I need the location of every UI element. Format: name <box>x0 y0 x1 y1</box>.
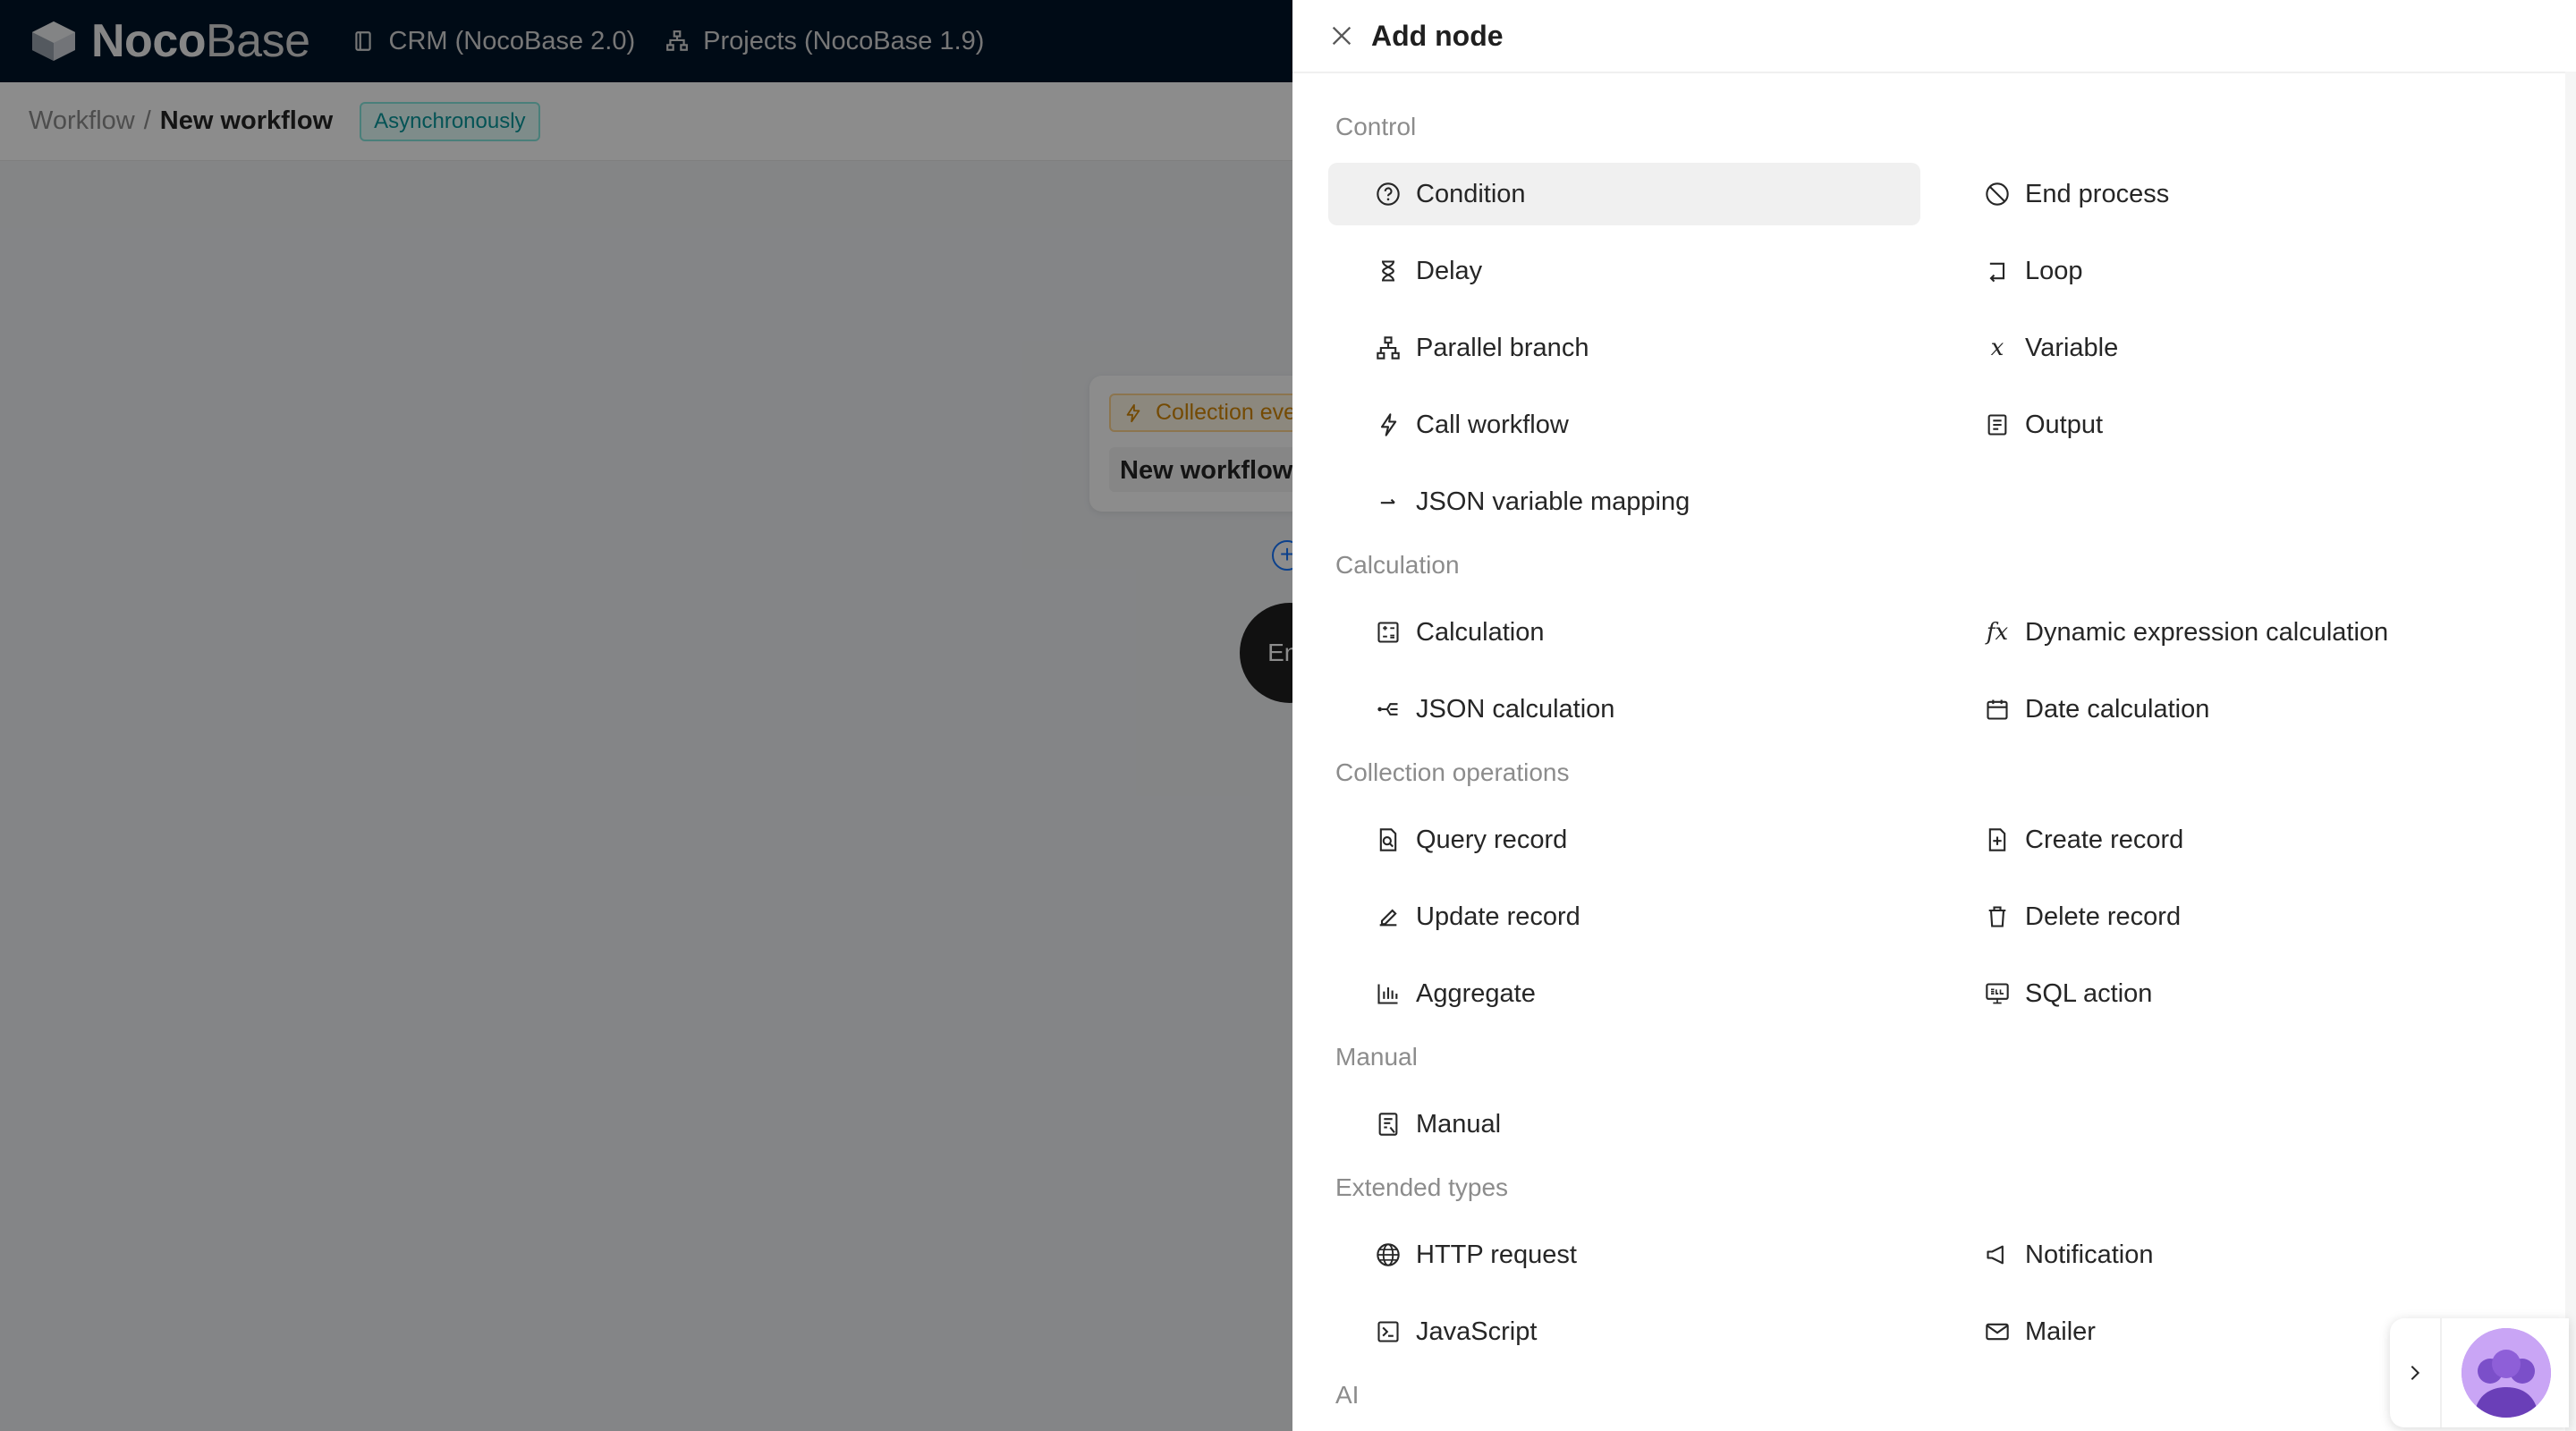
node-option-end-process[interactable]: End process <box>1937 163 2529 225</box>
branches-icon <box>1375 334 1402 361</box>
output-icon <box>1984 411 2011 438</box>
node-option-label: Parallel branch <box>1416 333 1589 362</box>
calculator-icon <box>1375 619 1402 646</box>
calendar-icon <box>1984 696 2011 723</box>
file-search-icon <box>1375 826 1402 853</box>
node-option-variable[interactable]: x Variable <box>1937 317 2529 379</box>
assistant-avatar[interactable] <box>2462 1328 2551 1418</box>
node-option-label: Aggregate <box>1416 978 1536 1008</box>
thunderbolt-icon <box>1375 411 1402 438</box>
add-node-drawer: Add node Control Condition End process D… <box>1292 0 2576 1431</box>
delete-icon <box>1984 903 2011 930</box>
node-option-label: Mailer <box>2025 1317 2096 1346</box>
chevron-right-icon <box>2411 1365 2420 1381</box>
node-option-notification[interactable]: Notification <box>1937 1224 2529 1286</box>
node-option-delay[interactable]: Delay <box>1328 240 1920 302</box>
node-option-label: Update record <box>1416 902 1580 931</box>
file-add-icon <box>1984 826 2011 853</box>
node-option-label: Variable <box>2025 333 2119 362</box>
variable-icon: x <box>1990 334 2004 361</box>
node-option-dynamic-expression-calculation[interactable]: fx Dynamic expression calculation <box>1937 601 2529 664</box>
node-option-label: Notification <box>2025 1240 2154 1269</box>
group-label-manual: Manual <box>1335 1043 1418 1071</box>
node-option-label: Delete record <box>2025 902 2182 931</box>
node-option-label: JSON calculation <box>1416 694 1615 724</box>
group-label-extended-types: Extended types <box>1335 1173 1509 1201</box>
node-option-label: End process <box>2025 179 2170 208</box>
drawer-header: Add node <box>1292 0 2576 73</box>
node-option-http-request[interactable]: HTTP request <box>1328 1224 1920 1286</box>
code-icon <box>1375 1318 1402 1345</box>
assistant-toggle-button[interactable] <box>2390 1318 2442 1427</box>
group-label-calculation: Calculation <box>1335 551 1460 579</box>
node-option-json-variable-mapping[interactable]: JSON variable mapping <box>1328 470 1920 533</box>
node-option-json-calculation[interactable]: JSON calculation <box>1328 678 1920 741</box>
node-option-label: Call workflow <box>1416 410 1569 439</box>
close-button[interactable] <box>1326 21 1357 51</box>
node-option-sql-action[interactable]: SQL action <box>1937 962 2529 1025</box>
loop-icon <box>1984 258 2011 284</box>
node-option-create-record[interactable]: Create record <box>1937 809 2529 871</box>
node-option-label: Calculation <box>1416 617 1545 647</box>
node-option-label: Date calculation <box>2025 694 2210 724</box>
node-option-aggregate[interactable]: Aggregate <box>1328 962 1920 1025</box>
node-option-label: Query record <box>1416 825 1568 854</box>
arrow-right-icon <box>1375 488 1402 515</box>
node-option-condition[interactable]: Condition <box>1328 163 1920 225</box>
group-label-ai: AI <box>1335 1381 1360 1409</box>
node-option-manual[interactable]: Manual <box>1328 1093 1920 1156</box>
node-option-output[interactable]: Output <box>1937 394 2529 456</box>
json-calc-icon <box>1375 696 1402 723</box>
console-sql-icon <box>1984 980 2011 1007</box>
node-option-label: Manual <box>1416 1109 1502 1139</box>
node-option-label: Loop <box>2025 256 2083 285</box>
global-icon <box>1375 1241 1402 1268</box>
node-option-loop[interactable]: Loop <box>1937 240 2529 302</box>
function-icon: fx <box>1986 619 2009 646</box>
bar-chart-icon <box>1375 980 1402 1007</box>
edit-icon <box>1375 903 1402 930</box>
node-option-delete-record[interactable]: Delete record <box>1937 885 2529 948</box>
node-option-javascript[interactable]: JavaScript <box>1328 1300 1920 1363</box>
ai-employee-avatar-icon <box>2462 1328 2551 1418</box>
node-option-label: HTTP request <box>1416 1240 1577 1269</box>
drawer-scrollbar[interactable] <box>2565 72 2576 1431</box>
group-label-collection-operations: Collection operations <box>1335 758 1570 786</box>
drawer-title: Add node <box>1371 19 1504 52</box>
node-option-call-workflow[interactable]: Call workflow <box>1328 394 1920 456</box>
close-icon <box>1332 26 1352 46</box>
form-icon <box>1375 1111 1402 1138</box>
node-option-label: Dynamic expression calculation <box>2025 617 2389 647</box>
node-option-label: JSON variable mapping <box>1416 487 1690 516</box>
ai-assistant-widget <box>2390 1318 2569 1427</box>
node-option-query-record[interactable]: Query record <box>1328 809 1920 871</box>
node-option-update-record[interactable]: Update record <box>1328 885 1920 948</box>
node-option-label: Output <box>2025 410 2104 439</box>
group-label-control: Control <box>1335 113 1417 140</box>
node-option-calculation[interactable]: Calculation <box>1328 601 1920 664</box>
mail-icon <box>1984 1318 2011 1345</box>
node-option-label: Delay <box>1416 256 1483 285</box>
notification-icon <box>1984 1241 2011 1268</box>
node-option-parallel-branch[interactable]: Parallel branch <box>1328 317 1920 379</box>
question-circle-icon <box>1375 181 1402 207</box>
node-option-label: Create record <box>2025 825 2184 854</box>
stop-icon <box>1984 181 2011 207</box>
node-option-label: SQL action <box>2025 978 2153 1008</box>
hourglass-icon <box>1375 258 1402 284</box>
node-option-date-calculation[interactable]: Date calculation <box>1937 678 2529 741</box>
node-option-label: Condition <box>1416 179 1526 208</box>
node-option-label: JavaScript <box>1416 1317 1538 1346</box>
